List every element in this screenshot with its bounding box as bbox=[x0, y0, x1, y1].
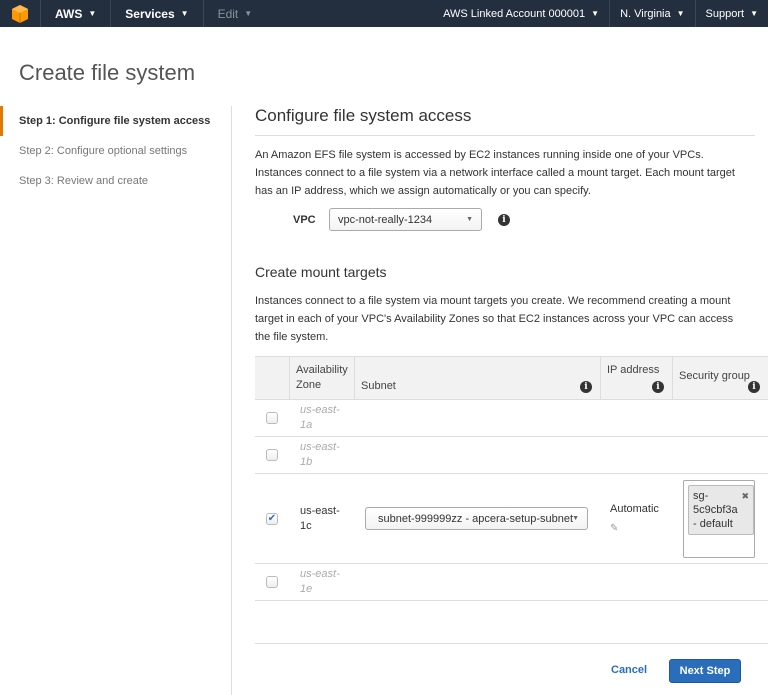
footer-divider bbox=[255, 643, 768, 644]
chevron-down-icon: ▼ bbox=[88, 9, 97, 18]
table-header: Availability Zone Subnet i IP address i … bbox=[255, 356, 768, 400]
services-menu-label: Services bbox=[125, 6, 175, 21]
support-menu[interactable]: Support ▼ bbox=[694, 0, 768, 27]
access-description: An Amazon EFS file system is accessed by… bbox=[255, 149, 735, 197]
header-ip-label: IP address bbox=[607, 364, 660, 376]
az-line2: 1c bbox=[300, 519, 312, 532]
region-menu-label: N. Virginia bbox=[620, 7, 671, 20]
checkbox-cell bbox=[255, 412, 289, 424]
info-icon[interactable]: i bbox=[748, 381, 760, 393]
chevron-down-icon: ▼ bbox=[591, 9, 600, 18]
table-row: us-east- 1e bbox=[255, 564, 768, 601]
az-cell: us-east- 1c bbox=[289, 504, 354, 534]
chevron-down-icon: ▼ bbox=[676, 9, 685, 18]
az-line2: 1a bbox=[300, 419, 313, 431]
edit-menu[interactable]: Edit ▼ bbox=[202, 0, 267, 27]
header-az-line1: Availability bbox=[296, 364, 348, 376]
table-row: ✔ us-east- 1c subnet-999999zz - apcera-s… bbox=[255, 474, 768, 564]
aws-menu[interactable]: AWS ▼ bbox=[40, 0, 110, 27]
ip-value: Automatic bbox=[610, 502, 659, 515]
row-checkbox[interactable] bbox=[266, 576, 278, 588]
checkbox-cell: ✔ bbox=[255, 512, 289, 525]
header-az-line2: Zone bbox=[296, 379, 322, 391]
section-title-mount-targets: Create mount targets bbox=[255, 264, 387, 280]
close-icon[interactable]: ✖ bbox=[741, 489, 749, 503]
services-menu[interactable]: Services ▼ bbox=[110, 0, 202, 27]
row-checkbox[interactable] bbox=[266, 412, 278, 424]
mount-targets-table: Availability Zone Subnet i IP address i … bbox=[255, 356, 768, 601]
header-checkbox-col bbox=[255, 357, 289, 399]
sg-line2: 5c9cbf3a bbox=[693, 503, 738, 516]
aws-logo-icon[interactable] bbox=[0, 0, 40, 27]
table-row: us-east- 1b bbox=[255, 437, 768, 474]
header-subnet-label: Subnet bbox=[361, 380, 396, 392]
step-2-link[interactable]: Step 2: Configure optional settings bbox=[0, 136, 231, 166]
support-menu-label: Support bbox=[705, 7, 745, 20]
step-3-link[interactable]: Step 3: Review and create bbox=[0, 166, 231, 196]
az-line1: us-east- bbox=[300, 404, 340, 416]
az-line2: 1e bbox=[300, 583, 313, 595]
section-title-access: Configure file system access bbox=[255, 106, 755, 136]
header-availability-zone: Availability Zone bbox=[289, 357, 354, 399]
wizard-steps-sidebar: Step 1: Configure file system access Ste… bbox=[0, 106, 232, 695]
header-ip-address: IP address i bbox=[600, 357, 672, 399]
header-subnet: Subnet i bbox=[354, 357, 600, 399]
vpc-row: VPC vpc-not-really-1234 ▼ i bbox=[293, 208, 510, 231]
sg-line3: - default bbox=[693, 517, 733, 530]
info-icon[interactable]: i bbox=[580, 381, 592, 393]
info-icon[interactable]: i bbox=[498, 213, 510, 226]
next-step-button[interactable]: Next Step bbox=[669, 659, 741, 683]
az-line1: us-east- bbox=[300, 568, 340, 580]
subnet-cell: subnet-999999zz - apcera-setup-subnet ▼ bbox=[354, 507, 600, 530]
top-nav-bar: AWS ▼ Services ▼ Edit ▼ AWS Linked Accou… bbox=[0, 0, 768, 27]
main-content: Configure file system access An Amazon E… bbox=[255, 106, 768, 601]
aws-menu-label: AWS bbox=[55, 6, 83, 21]
edit-menu-label: Edit bbox=[217, 6, 239, 21]
az-cell: us-east- 1a bbox=[289, 403, 354, 433]
ip-cell: Automatic ✎ bbox=[600, 502, 672, 536]
subnet-select-value: subnet-999999zz - apcera-setup-subnet bbox=[378, 512, 574, 525]
region-menu[interactable]: N. Virginia ▼ bbox=[609, 0, 694, 27]
vpc-select[interactable]: vpc-not-really-1234 ▼ bbox=[329, 208, 482, 231]
account-menu[interactable]: AWS Linked Account 000001 ▼ bbox=[433, 0, 609, 27]
checkbox-cell bbox=[255, 576, 289, 588]
security-group-cell: sg- 5c9cbf3a - default ✖ bbox=[672, 479, 768, 558]
chevron-down-icon: ▼ bbox=[750, 9, 758, 18]
step-1-link[interactable]: Step 1: Configure file system access bbox=[0, 106, 231, 136]
chevron-down-icon: ▼ bbox=[180, 9, 189, 18]
security-group-tag: sg- 5c9cbf3a - default ✖ bbox=[688, 484, 754, 535]
mount-targets-description: Instances connect to a file system via m… bbox=[255, 295, 734, 343]
chevron-down-icon: ▼ bbox=[244, 9, 253, 18]
chevron-down-icon: ▼ bbox=[466, 216, 473, 223]
az-line1: us-east- bbox=[300, 504, 340, 517]
az-line2: 1b bbox=[300, 456, 313, 468]
az-cell: us-east- 1e bbox=[289, 567, 354, 597]
table-row: us-east- 1a bbox=[255, 400, 768, 437]
pencil-icon[interactable]: ✎ bbox=[610, 521, 672, 536]
page-title: Create file system bbox=[19, 60, 196, 85]
vpc-select-value: vpc-not-really-1234 bbox=[338, 213, 433, 226]
az-cell: us-east- 1b bbox=[289, 440, 354, 470]
row-checkbox[interactable] bbox=[266, 449, 278, 461]
security-group-input[interactable]: sg- 5c9cbf3a - default ✖ bbox=[683, 479, 755, 558]
cancel-button[interactable]: Cancel bbox=[611, 664, 647, 676]
info-icon[interactable]: i bbox=[652, 381, 664, 393]
checkbox-cell bbox=[255, 449, 289, 461]
header-security-group: Security group i bbox=[672, 357, 768, 399]
subnet-select[interactable]: subnet-999999zz - apcera-setup-subnet ▼ bbox=[365, 507, 588, 530]
chevron-down-icon: ▼ bbox=[572, 515, 579, 522]
header-sg-label: Security group bbox=[679, 370, 750, 382]
vpc-label: VPC bbox=[293, 213, 316, 226]
row-checkbox-checked[interactable]: ✔ bbox=[266, 512, 278, 525]
az-line1: us-east- bbox=[300, 441, 340, 453]
account-menu-label: AWS Linked Account 000001 bbox=[443, 7, 586, 20]
